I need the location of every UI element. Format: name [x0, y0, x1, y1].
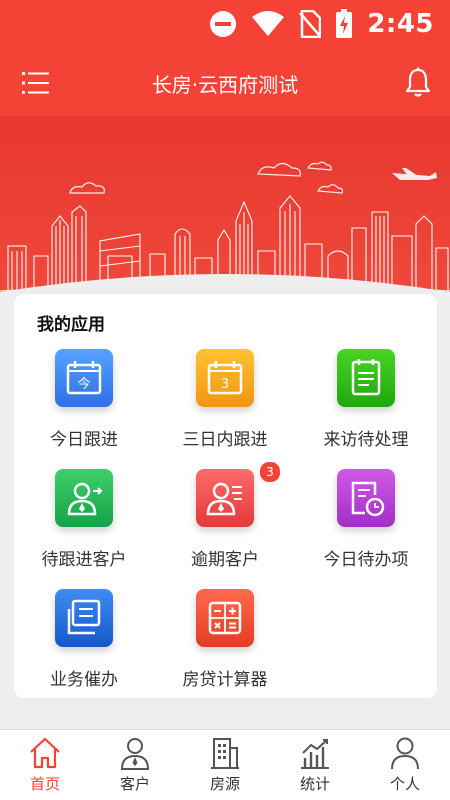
nav-label: 首页 [29, 775, 60, 793]
home-icon [30, 737, 60, 769]
nav-profile[interactable]: 个人 [360, 730, 450, 800]
bell-icon [405, 67, 431, 97]
no-sim-icon [299, 10, 322, 38]
calculator-icon [196, 589, 254, 647]
app-bar: 长房·云西府测试 [0, 50, 450, 116]
notification-badge: 3 [259, 461, 281, 483]
my-apps-card: 我的应用 今 今日跟进 3 三日内跟进 来访待处理 待跟进客户 3 逾期客户 今… [14, 294, 437, 698]
svg-text:3: 3 [221, 377, 229, 392]
stats-icon [301, 739, 329, 769]
todo-clock-icon [337, 469, 395, 527]
nav-label: 个人 [389, 775, 420, 793]
customer-follow-icon [55, 469, 113, 527]
app-label: 三日内跟进 [182, 430, 268, 450]
page-title: 长房·云西府测试 [151, 73, 299, 97]
app-label: 逾期客户 [191, 550, 259, 570]
card-title: 我的应用 [37, 315, 105, 335]
overdue-customer-icon [196, 469, 254, 527]
app-three-day-follow-up[interactable]: 3 三日内跟进 [155, 349, 295, 459]
nav-listings[interactable]: 房源 [180, 730, 270, 800]
nav-customers[interactable]: 客户 [90, 730, 180, 800]
city-skyline-illustration [0, 161, 450, 316]
bottom-nav: 首页 客户 房源 统计 个人 [0, 729, 450, 800]
app-today-todos[interactable]: 今日待办项 [296, 469, 436, 579]
status-time: 2:45 [367, 9, 434, 39]
status-bar: 2:45 [0, 0, 450, 50]
nav-label: 客户 [119, 775, 150, 793]
app-label: 来访待处理 [323, 430, 409, 450]
nav-label: 统计 [299, 775, 330, 793]
app-screen: 2:45 长房·云西府测试 我的应用 今 今日跟进 3 三日内跟进 来访待处理 … [0, 0, 450, 800]
app-business-urge[interactable]: 业务催办 [14, 589, 154, 699]
profile-icon [391, 737, 419, 770]
calendar-three-days-icon: 3 [196, 349, 254, 407]
app-label: 待跟进客户 [41, 550, 127, 570]
banner [0, 116, 450, 316]
app-label: 业务催办 [50, 670, 118, 690]
app-today-follow-up[interactable]: 今 今日跟进 [14, 349, 154, 459]
do-not-disturb-icon [210, 11, 237, 37]
nav-home[interactable]: 首页 [0, 730, 90, 800]
app-label: 房贷计算器 [182, 670, 268, 690]
svg-text:今: 今 [77, 376, 90, 392]
app-mortgage-calculator[interactable]: 房贷计算器 [155, 589, 295, 699]
app-overdue-customers[interactable]: 3 逾期客户 [155, 461, 295, 579]
calendar-today-icon: 今 [55, 349, 113, 407]
app-label: 今日跟进 [50, 430, 118, 450]
building-icon [211, 738, 239, 769]
wifi-icon [252, 11, 285, 36]
customer-icon [120, 738, 150, 770]
app-label: 今日待办项 [323, 550, 409, 570]
nav-statistics[interactable]: 统计 [270, 730, 360, 800]
app-pending-customers[interactable]: 待跟进客户 [14, 469, 154, 579]
business-urge-icon [55, 589, 113, 647]
nav-label: 房源 [209, 775, 240, 793]
notification-button[interactable] [404, 67, 432, 99]
visit-list-icon [337, 349, 395, 407]
battery-charging-icon [336, 9, 353, 38]
app-visits-pending[interactable]: 来访待处理 [296, 349, 436, 459]
